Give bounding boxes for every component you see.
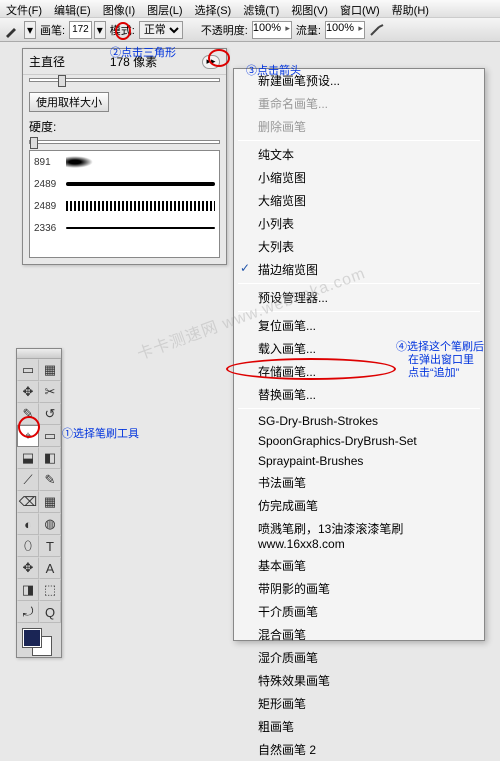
menu-item[interactable]: 大列表 <box>234 235 484 258</box>
annotation-label-1: ①选择笔刷工具 <box>62 425 139 441</box>
menu-item[interactable]: 书法画笔 <box>234 471 484 494</box>
brush-preset-dropdown[interactable]: ▾ <box>94 21 106 39</box>
tool-button[interactable]: ✥ <box>17 557 39 579</box>
menu-layer[interactable]: 图层(L) <box>141 0 188 17</box>
mode-label: 模式: <box>108 22 137 38</box>
flyout-arrow-button[interactable]: ▸▸ <box>202 55 220 69</box>
tool-button[interactable]: ▦ <box>39 491 61 513</box>
tool-button[interactable]: ✎ <box>39 469 61 491</box>
tool-button[interactable]: ⌫ <box>17 491 39 513</box>
master-diameter-label: 主直径 <box>29 53 65 70</box>
menu-image[interactable]: 图像(I) <box>97 0 141 17</box>
brush-preset-item[interactable]: 2489 <box>30 195 219 217</box>
airbrush-icon[interactable] <box>367 21 387 39</box>
menu-item[interactable]: 预设管理器... <box>234 286 484 309</box>
menu-item[interactable]: 大缩览图 <box>234 189 484 212</box>
menu-item[interactable]: 描边缩览图 <box>234 258 484 281</box>
menu-separator <box>238 408 480 409</box>
tool-button[interactable]: ↺ <box>39 403 61 425</box>
flow-label: 流量: <box>294 22 323 38</box>
menu-item[interactable]: 小缩览图 <box>234 166 484 189</box>
use-sample-size-button[interactable]: 使用取样大小 <box>29 92 109 112</box>
menu-item[interactable]: SG-Dry-Brush-Strokes <box>234 411 484 431</box>
tool-button[interactable]: ⬓ <box>17 447 39 469</box>
tool-button[interactable]: ⌖ <box>17 425 39 447</box>
tool-button[interactable]: Q <box>39 601 61 623</box>
opacity-label: 不透明度: <box>199 22 250 38</box>
menu-separator <box>238 140 480 141</box>
annotation-label-3: ③点击箭头 <box>246 62 301 78</box>
menu-item: 删除画笔 <box>234 115 484 138</box>
menu-item[interactable]: 纯文本 <box>234 143 484 166</box>
menu-item[interactable]: 喷溅笔刷，13油漆滚漆笔刷www.16xx8.com <box>234 517 484 554</box>
tool-button[interactable]: ◨ <box>17 579 39 601</box>
tool-preset-dropdown[interactable]: ▾ <box>24 21 36 39</box>
foreground-color[interactable] <box>23 629 41 647</box>
tool-button[interactable]: ⤾ <box>17 601 39 623</box>
menu-help[interactable]: 帮助(H) <box>386 0 435 17</box>
tool-button[interactable]: ⬚ <box>39 579 61 601</box>
menu-item[interactable]: 替换画笔... <box>234 383 484 406</box>
menu-item[interactable]: 粗画笔 <box>234 715 484 738</box>
toolbox: ▭▦✥✂✎↺⌖▭⬓◧⟋✎⌫▦◐◍⬯T✥A◨⬚⤾Q <box>16 348 62 658</box>
menu-select[interactable]: 选择(S) <box>189 0 238 17</box>
brush-preset-item[interactable]: 891 <box>30 151 219 173</box>
diameter-slider[interactable] <box>29 78 220 82</box>
menu-item[interactable]: 湿介质画笔 <box>234 646 484 669</box>
tool-button[interactable]: ◍ <box>39 513 61 535</box>
menu-separator <box>238 283 480 284</box>
brush-preset-panel: 主直径 178 像素 ▸▸ 使用取样大小 硬度: 891 2489 2489 2… <box>22 48 227 265</box>
menu-item[interactable]: 自然画笔 2 <box>234 738 484 761</box>
tool-button[interactable]: ✎ <box>17 403 39 425</box>
menu-item[interactable]: 混合画笔 <box>234 623 484 646</box>
menu-item[interactable]: 带阴影的画笔 <box>234 577 484 600</box>
options-bar: ▾ 画笔: 172 ▾ 模式: 正常 不透明度: 100% 流量: 100% <box>0 18 500 42</box>
menu-bar: 文件(F) 编辑(E) 图像(I) 图层(L) 选择(S) 滤镜(T) 视图(V… <box>0 0 500 18</box>
hardness-label: 硬度: <box>29 118 56 135</box>
flow-value[interactable]: 100% <box>325 21 365 39</box>
menu-item[interactable]: 基本画笔 <box>234 554 484 577</box>
menu-filter[interactable]: 滤镜(T) <box>237 0 285 17</box>
brush-preset-item[interactable]: 2336 <box>30 217 219 239</box>
tool-button[interactable]: ▭ <box>17 359 39 381</box>
tool-button[interactable]: ▭ <box>39 425 61 447</box>
brush-preset-item[interactable]: 2489 <box>30 173 219 195</box>
menu-view[interactable]: 视图(V) <box>285 0 334 17</box>
menu-item[interactable]: 复位画笔... <box>234 314 484 337</box>
annotation-label-4c: 点击“追加” <box>408 364 459 380</box>
brush-preset-list[interactable]: 891 2489 2489 2336 <box>29 150 220 258</box>
tool-button[interactable]: ◐ <box>17 513 39 535</box>
menu-separator <box>238 311 480 312</box>
tool-button[interactable]: ✥ <box>17 381 39 403</box>
menu-window[interactable]: 窗口(W) <box>334 0 386 17</box>
annotation-label-2: ②点击三角形 <box>110 44 176 60</box>
menu-edit[interactable]: 编辑(E) <box>48 0 97 17</box>
brush-tool-icon[interactable] <box>2 21 22 39</box>
mode-select[interactable]: 正常 <box>139 21 183 39</box>
toolbox-titlebar[interactable] <box>17 349 61 359</box>
menu-item[interactable]: 干介质画笔 <box>234 600 484 623</box>
tool-button[interactable]: ⬯ <box>17 535 39 557</box>
brush-size-chip[interactable]: 172 <box>69 21 92 39</box>
tool-button[interactable]: ◧ <box>39 447 61 469</box>
menu-item[interactable]: SpoonGraphics-DryBrush-Set <box>234 431 484 451</box>
opacity-value[interactable]: 100% <box>252 21 292 39</box>
tool-button[interactable]: T <box>39 535 61 557</box>
menu-item[interactable]: 矩形画笔 <box>234 692 484 715</box>
menu-item[interactable]: Spraypaint-Brushes <box>234 451 484 471</box>
tool-button[interactable]: ✂ <box>39 381 61 403</box>
tool-button[interactable]: ⟋ <box>17 469 39 491</box>
menu-item[interactable]: 小列表 <box>234 212 484 235</box>
menu-item[interactable]: 仿完成画笔 <box>234 494 484 517</box>
color-swatch[interactable] <box>17 627 61 657</box>
tool-button[interactable]: A <box>39 557 61 579</box>
menu-item[interactable]: 特殊效果画笔 <box>234 669 484 692</box>
hardness-slider[interactable] <box>29 140 220 144</box>
menu-file[interactable]: 文件(F) <box>0 0 48 17</box>
tool-button[interactable]: ▦ <box>39 359 61 381</box>
menu-item: 重命名画笔... <box>234 92 484 115</box>
brush-label: 画笔: <box>38 22 67 38</box>
brush-size-value: 172 <box>72 24 89 35</box>
